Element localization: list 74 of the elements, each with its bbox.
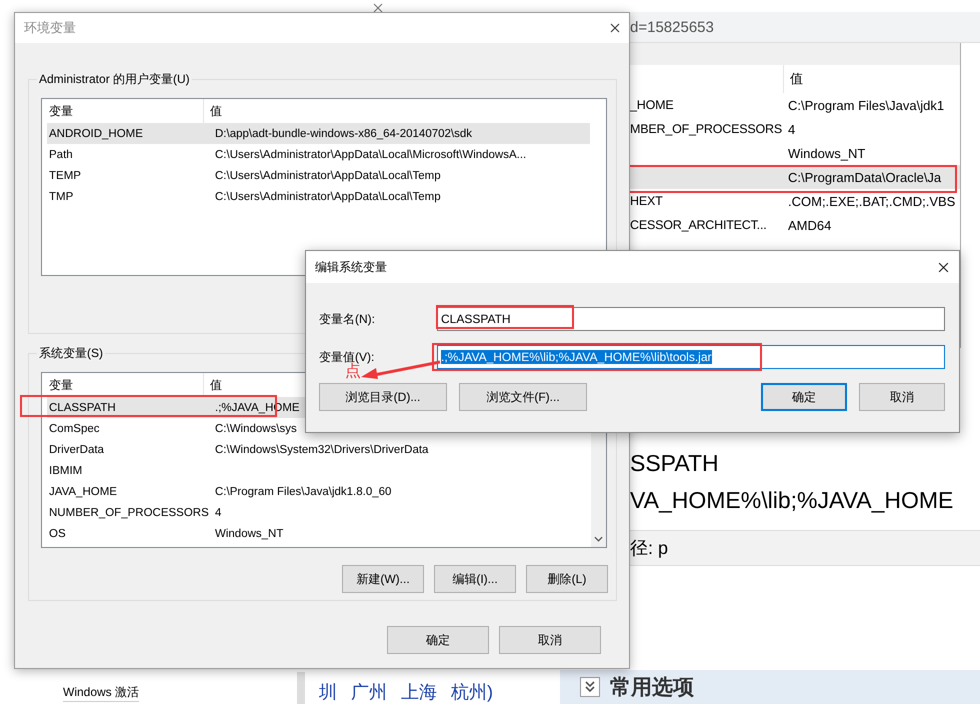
variable-value: AMD64 <box>788 218 832 232</box>
city-link[interactable]: 圳 <box>319 680 337 704</box>
list-row[interactable]: DriverData C:\Windows\System32\Drivers\DriverData <box>47 439 590 460</box>
footer-text: Windows 激活 <box>63 684 140 702</box>
field-label: 变量值(V): <box>319 348 376 364</box>
list-row[interactable]: TEMP C:\Users\Administrator\AppData\Local\Temp <box>47 165 590 186</box>
variable-value: Windows_NT <box>215 528 284 540</box>
variable-name: TMP <box>49 190 74 202</box>
variable-value: C:\Windows\sys <box>215 422 297 434</box>
heading-text: SSPATH <box>630 450 720 477</box>
list-row[interactable]: ANDROID_HOME D:\app\adt-bundle-windows-x86_64-20140702\sdk <box>47 123 590 144</box>
variable-name: CESSOR_ARCHITECT... <box>630 218 767 232</box>
dialog-button[interactable]: 确定 <box>761 383 847 411</box>
group-label: 系统变量(S) <box>37 345 105 362</box>
column-header[interactable]: 值 <box>210 376 222 394</box>
variable-name: _HOME <box>630 98 674 112</box>
city-link[interactable]: 杭州) <box>451 680 493 704</box>
list-row[interactable]: IBMIM <box>47 460 590 481</box>
variable-value: C:\Users\Administrator\AppData\Local\Microsoft\WindowsA... <box>215 148 526 160</box>
input-field[interactable]: .;%JAVA_HOME%\lib;%JAVA_HOME%\lib\tools.jar <box>437 345 945 369</box>
body-text: VA_HOME%\lib;%JAVA_HOME <box>630 487 954 514</box>
variable-name: JAVA_HOME <box>49 486 117 498</box>
variable-name: MBER_OF_PROCESSORS <box>630 122 782 136</box>
variable-name: Path <box>49 148 73 160</box>
variable-name: ComSpec <box>49 422 100 434</box>
variable-name: ANDROID_HOME <box>49 128 143 140</box>
window-title: 编辑系统变量 <box>315 258 387 276</box>
list-row[interactable]: OS Windows_NT <box>47 523 590 544</box>
dialog-button[interactable]: 编辑(I)... <box>434 565 516 593</box>
dialog-button[interactable]: 删除(L) <box>526 565 608 593</box>
city-link[interactable]: 上海 <box>401 680 437 704</box>
close-icon[interactable] <box>938 262 949 272</box>
window-title: 环境变量 <box>24 19 76 37</box>
browse-button[interactable]: 浏览文件(F)... <box>459 383 587 411</box>
path-label: 径: p <box>630 537 668 560</box>
city-link[interactable]: 广州 <box>351 680 387 704</box>
dialog-button[interactable]: 取消 <box>499 626 601 654</box>
variable-value: C:\Users\Administrator\AppData\Local\Temp <box>215 190 441 202</box>
variable-value: C:\ProgramData\Oracle\Ja <box>788 170 942 184</box>
dialog-button[interactable]: 新建(W)... <box>342 565 424 593</box>
variable-value: 4 <box>215 506 222 518</box>
section-title: 常用选项 <box>610 675 694 701</box>
dialog-button[interactable]: 取消 <box>859 383 945 411</box>
dialog-button[interactable]: 确定 <box>387 626 489 654</box>
variable-name: DriverData <box>49 444 104 456</box>
field-label: 变量名(N): <box>319 310 376 328</box>
variable-value: C:\Program Files\Java\jdk1 <box>788 98 944 112</box>
variable-value: .COM;.EXE;.BAT;.CMD;.VBS <box>788 194 956 208</box>
variable-value: D:\app\adt-bundle-windows-x86_64-20140702\sdk <box>215 128 472 140</box>
variable-value: C:\Windows\System32\Drivers\DriverData <box>215 444 428 456</box>
section-header[interactable]: 常用选项 <box>560 670 980 704</box>
group-label: Administrator 的用户变量(U) <box>37 71 192 88</box>
browse-button[interactable]: 浏览目录(D)... <box>319 383 447 411</box>
variable-value: C:\Users\Administrator\AppData\Local\Temp <box>215 170 441 182</box>
variable-name: CLASSPATH <box>49 402 116 414</box>
list-row[interactable]: TMP C:\Users\Administrator\AppData\Local\Temp <box>47 186 590 207</box>
collapse-icon[interactable] <box>580 677 600 697</box>
variable-value: C:\Program Files\Java\jdk1.8.0_60 <box>215 486 392 498</box>
scroll-down-icon[interactable] <box>594 536 603 542</box>
variable-name: IBMIM <box>49 464 82 476</box>
column-header[interactable]: 值 <box>210 102 222 120</box>
list-row[interactable]: NUMBER_OF_PROCESSORS 4 <box>47 502 590 523</box>
list-row[interactable]: JAVA_HOME C:\Program Files\Java\jdk1.8.0_60 <box>47 481 590 502</box>
column-header[interactable]: 值 <box>790 70 803 88</box>
variable-value: 4 <box>788 122 796 136</box>
variable-name: HEXT <box>630 194 663 208</box>
annotation-text: 点 <box>345 364 361 380</box>
input-field[interactable]: CLASSPATH <box>437 307 945 331</box>
variable-name: TEMP <box>49 170 81 182</box>
variable-value: Windows_NT <box>788 146 866 160</box>
list-row[interactable]: Path C:\Users\Administrator\AppData\Local\Microsoft\WindowsA... <box>47 144 590 165</box>
variable-name: OS <box>49 528 66 540</box>
variable-name: NUMBER_OF_PROCESSORS <box>49 506 209 518</box>
close-icon[interactable] <box>610 23 620 33</box>
